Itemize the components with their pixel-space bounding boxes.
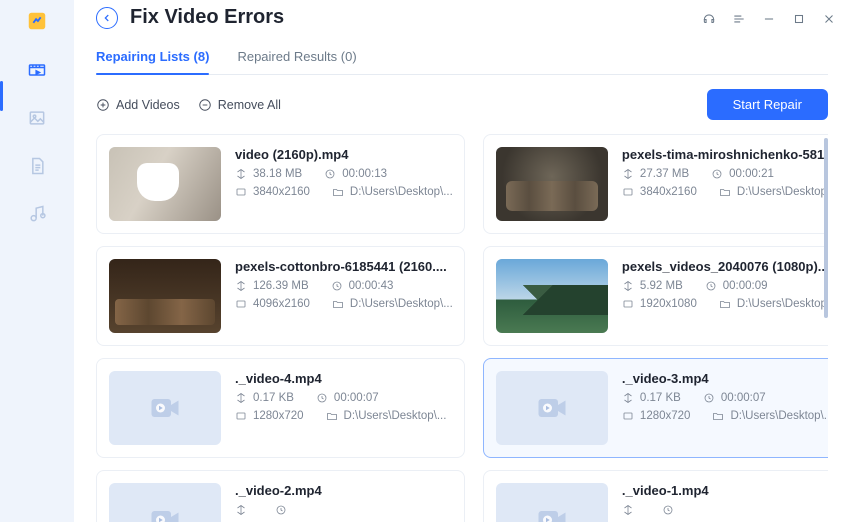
video-duration: 00:00:21 [711, 168, 774, 180]
start-repair-button[interactable]: Start Repair [707, 89, 828, 120]
minus-circle-icon [198, 98, 212, 112]
video-size: 0.17 KB [622, 392, 681, 404]
video-path: D:\Users\Desktop\... [719, 298, 828, 310]
sidebar-item-audio[interactable] [27, 204, 47, 224]
remove-all-button[interactable]: Remove All [198, 98, 281, 112]
sidebar-item-video[interactable] [27, 60, 47, 80]
sidebar-item-photo[interactable] [27, 108, 47, 128]
video-size: 0.17 KB [235, 392, 294, 404]
sidebar-item-file[interactable] [27, 156, 47, 176]
video-card[interactable]: ._video-4.mp4 0.17 KB 00:00:07 1280x720 D:\U… [96, 358, 465, 458]
video-size [622, 504, 640, 516]
video-size: 27.37 MB [622, 168, 689, 180]
toolbar: Add Videos Remove All Start Repair [96, 89, 828, 120]
video-meta: ._video-4.mp4 0.17 KB 00:00:07 1280x720 D:\U… [235, 371, 452, 422]
support-icon[interactable] [702, 12, 716, 26]
menu-icon[interactable] [732, 12, 746, 26]
video-size: 5.92 MB [622, 280, 683, 292]
plus-circle-icon [96, 98, 110, 112]
back-button[interactable] [96, 7, 118, 29]
tab-count: 0 [345, 49, 352, 64]
tab-label: Repairing Lists [96, 49, 190, 64]
video-duration [662, 504, 680, 516]
video-duration: 00:00:07 [703, 392, 766, 404]
app-logo-icon [26, 10, 48, 32]
video-filename: pexels-tima-miroshnichenko-581.... [622, 147, 828, 162]
video-filename: ._video-1.mp4 [622, 483, 828, 498]
video-thumbnail [496, 371, 608, 445]
titlebar [688, 0, 850, 38]
video-duration: 00:00:09 [705, 280, 768, 292]
video-resolution: 3840x2160 [235, 186, 310, 198]
sidebar [0, 0, 74, 522]
video-duration: 00:00:13 [324, 168, 387, 180]
video-thumbnail [496, 483, 608, 522]
video-card[interactable]: ._video-3.mp4 0.17 KB 00:00:07 1280x720 D:\U… [483, 358, 828, 458]
video-resolution: 1920x1080 [622, 298, 697, 310]
main-content: Fix Video Errors Repairing Lists (8) Rep… [74, 0, 850, 522]
video-meta: pexels-tima-miroshnichenko-581.... 27.37 … [622, 147, 828, 198]
video-thumbnail [496, 259, 608, 333]
tabs: Repairing Lists (8) Repaired Results (0) [96, 49, 828, 75]
video-filename: pexels_videos_2040076 (1080p).... [622, 259, 828, 274]
video-path: D:\Users\Desktop\... [332, 298, 452, 310]
video-card[interactable]: pexels-cottonbro-6185441 (2160.... 126.39… [96, 246, 465, 346]
video-thumbnail [109, 483, 221, 522]
add-videos-label: Add Videos [116, 98, 180, 112]
video-resolution: 4096x2160 [235, 298, 310, 310]
video-duration [275, 504, 293, 516]
video-thumbnail [109, 371, 221, 445]
tab-count: 8 [198, 49, 205, 64]
page-title: Fix Video Errors [130, 6, 284, 29]
video-size: 126.39 MB [235, 280, 309, 292]
video-size [235, 504, 253, 516]
video-card[interactable]: video (2160p).mp4 38.18 MB 00:00:13 3840x21… [96, 134, 465, 234]
video-card[interactable]: pexels_videos_2040076 (1080p).... 5.92 MB… [483, 246, 828, 346]
close-icon[interactable] [822, 12, 836, 26]
video-resolution: 1280x720 [235, 410, 304, 422]
tab-results[interactable]: Repaired Results (0) [237, 49, 356, 74]
video-card[interactable]: ._video-1.mp4 [483, 470, 828, 522]
tab-repairing[interactable]: Repairing Lists (8) [96, 49, 209, 74]
video-filename: ._video-4.mp4 [235, 371, 452, 386]
video-thumbnail [109, 259, 221, 333]
tab-label: Repaired Results [237, 49, 337, 64]
video-meta: video (2160p).mp4 38.18 MB 00:00:13 3840x21… [235, 147, 452, 198]
video-meta: pexels-cottonbro-6185441 (2160.... 126.39… [235, 259, 452, 310]
video-resolution: 1280x720 [622, 410, 691, 422]
video-filename: ._video-3.mp4 [622, 371, 828, 386]
video-filename: ._video-2.mp4 [235, 483, 452, 498]
video-card[interactable]: ._video-2.mp4 [96, 470, 465, 522]
video-filename: video (2160p).mp4 [235, 147, 452, 162]
add-videos-button[interactable]: Add Videos [96, 98, 180, 112]
video-thumbnail [109, 147, 221, 221]
video-meta: ._video-1.mp4 [622, 483, 828, 522]
video-card[interactable]: pexels-tima-miroshnichenko-581.... 27.37 … [483, 134, 828, 234]
video-meta: pexels_videos_2040076 (1080p).... 5.92 MB… [622, 259, 828, 310]
video-path: D:\Users\Desktop\... [712, 410, 828, 422]
video-meta: ._video-3.mp4 0.17 KB 00:00:07 1280x720 D:\U… [622, 371, 828, 422]
video-duration: 00:00:43 [331, 280, 394, 292]
remove-all-label: Remove All [218, 98, 281, 112]
video-resolution: 3840x2160 [622, 186, 697, 198]
video-size: 38.18 MB [235, 168, 302, 180]
sidebar-active-indicator [0, 81, 3, 111]
maximize-icon[interactable] [792, 12, 806, 26]
minimize-icon[interactable] [762, 12, 776, 26]
scrollbar[interactable] [824, 138, 828, 318]
video-path: D:\Users\Desktop\... [719, 186, 828, 198]
video-thumbnail [496, 147, 608, 221]
video-filename: pexels-cottonbro-6185441 (2160.... [235, 259, 452, 274]
video-duration: 00:00:07 [316, 392, 379, 404]
video-path: D:\Users\Desktop\... [332, 186, 452, 198]
video-meta: ._video-2.mp4 [235, 483, 452, 522]
video-grid: video (2160p).mp4 38.18 MB 00:00:13 3840x21… [96, 134, 828, 522]
video-path: D:\Users\Desktop\... [326, 410, 446, 422]
